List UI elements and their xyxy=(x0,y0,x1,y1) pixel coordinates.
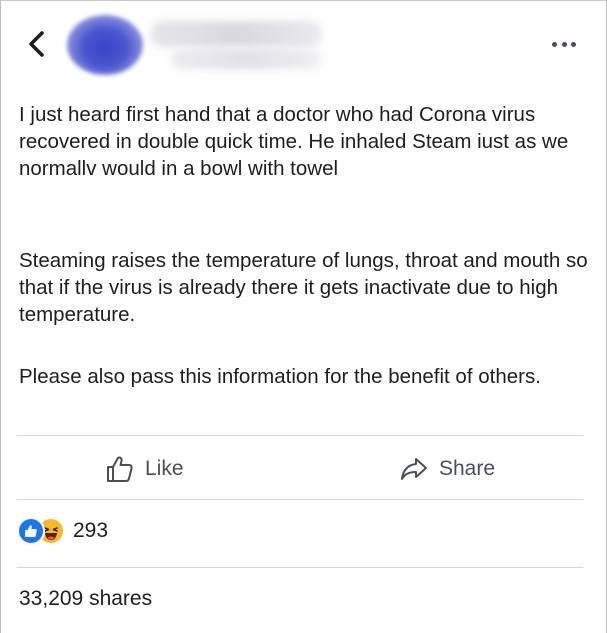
shares-count[interactable]: 33,209 shares xyxy=(19,587,152,611)
author-meta-redacted xyxy=(171,49,321,69)
avatar[interactable] xyxy=(67,15,143,75)
post-frame: I just heard first hand that a doctor wh… xyxy=(0,0,607,633)
like-label: Like xyxy=(145,457,184,480)
like-button[interactable]: Like xyxy=(105,453,184,485)
post-header xyxy=(1,1,606,91)
back-button[interactable] xyxy=(23,27,51,61)
share-button[interactable]: Share xyxy=(399,453,495,485)
action-bar: Like Share xyxy=(1,437,606,499)
post-paragraph: I just heard first hand that a doctor wh… xyxy=(19,103,569,180)
post-paragraph: Steaming raises the temperature of lungs… xyxy=(19,249,588,326)
divider xyxy=(17,435,583,436)
author-name-redacted xyxy=(151,21,321,47)
thumbs-up-icon xyxy=(105,454,135,484)
post-paragraph: Please also pass this information for th… xyxy=(19,365,541,388)
share-label: Share xyxy=(439,457,496,480)
chevron-left-icon xyxy=(29,31,44,57)
divider xyxy=(17,567,583,568)
divider xyxy=(17,499,583,500)
reactions-summary[interactable]: 293 xyxy=(17,517,108,545)
like-reaction-icon xyxy=(17,517,45,545)
ellipsis-horizontal-icon[interactable] xyxy=(552,39,576,49)
share-arrow-icon xyxy=(399,454,429,484)
reaction-count: 293 xyxy=(73,519,109,542)
